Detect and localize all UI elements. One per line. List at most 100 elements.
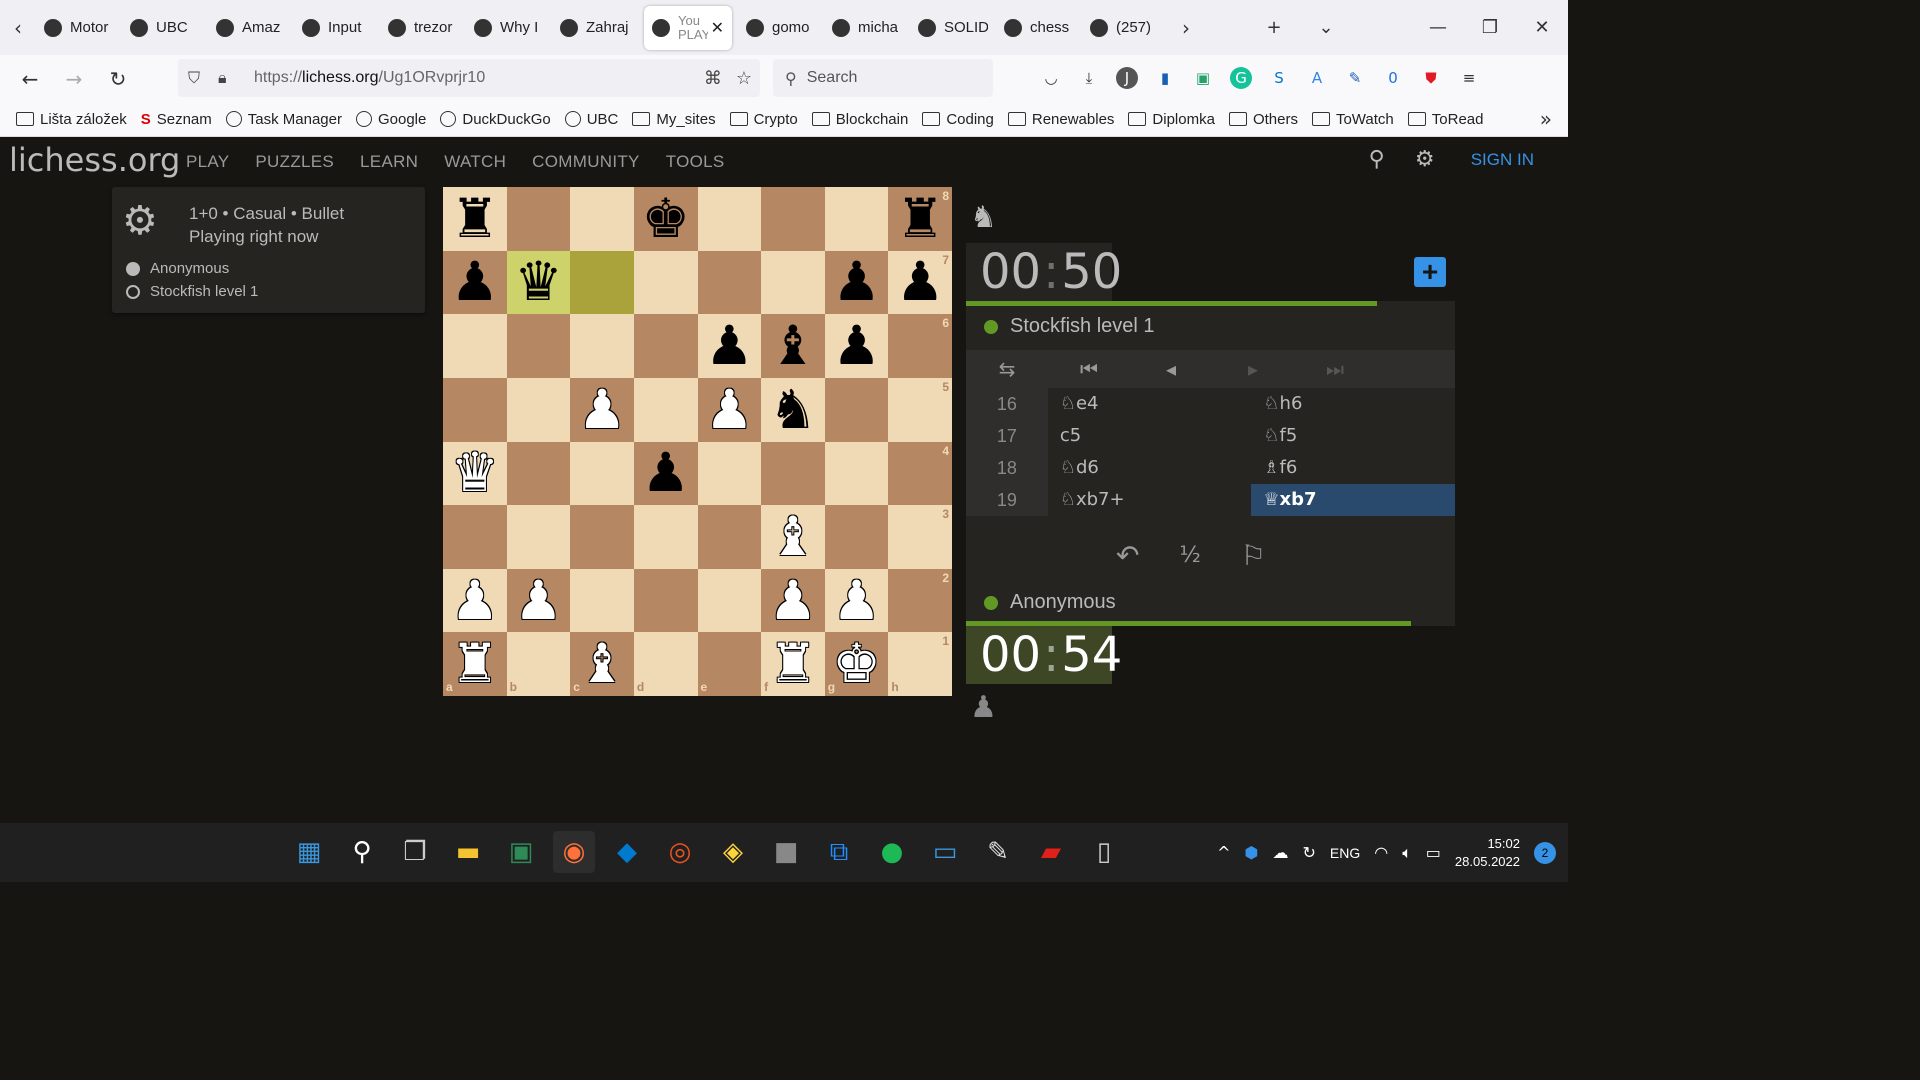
- board-square[interactable]: ♟: [633, 441, 698, 506]
- board-square[interactable]: [633, 314, 698, 378]
- black-pawn-piece[interactable]: ♟: [832, 319, 880, 373]
- board-square[interactable]: ♟: [824, 250, 889, 315]
- brush-icon[interactable]: ✎: [1340, 63, 1370, 93]
- cloud-icon[interactable]: ☁: [1272, 843, 1288, 862]
- board-square[interactable]: [570, 441, 634, 506]
- paint-icon[interactable]: ✎: [977, 831, 1019, 873]
- board-square[interactable]: [633, 505, 698, 569]
- board-square[interactable]: [570, 314, 634, 378]
- shield-icon[interactable]: ⛊: [1416, 63, 1446, 93]
- board-square[interactable]: [506, 505, 571, 569]
- board-square[interactable]: [697, 441, 762, 506]
- menu-icon[interactable]: ≡: [1454, 63, 1484, 93]
- firefox-icon[interactable]: ◉: [553, 831, 595, 873]
- tab-scroll-left-icon[interactable]: ‹: [0, 0, 36, 55]
- board-square[interactable]: [761, 187, 825, 251]
- ubuntu-icon[interactable]: ◎: [659, 831, 701, 873]
- task-view-icon[interactable]: ❐: [394, 831, 436, 873]
- white-rook-piece[interactable]: ♜: [451, 637, 499, 691]
- board-square[interactable]: 4: [888, 441, 952, 506]
- black-rook-piece[interactable]: ♜: [451, 191, 499, 246]
- gear-icon[interactable]: ⚙: [1401, 147, 1449, 172]
- url-text[interactable]: https://lichess.org/Ug1ORvprjr10: [254, 69, 485, 87]
- move-ply[interactable]: ♘d6: [1048, 452, 1252, 484]
- browser-tab[interactable]: (257): [1082, 6, 1168, 50]
- nav-play[interactable]: PLAY: [186, 152, 229, 172]
- acrobat-icon[interactable]: ▰: [1030, 831, 1072, 873]
- bookmark-item[interactable]: Others: [1228, 111, 1298, 128]
- skype-icon[interactable]: S: [1264, 63, 1294, 93]
- board-square[interactable]: [761, 441, 825, 506]
- board-square[interactable]: [570, 187, 634, 251]
- site-logo[interactable]: lichess.org: [9, 141, 180, 179]
- board-square[interactable]: [506, 441, 571, 506]
- board-square[interactable]: d: [633, 632, 698, 696]
- nav-puzzles[interactable]: PUZZLES: [255, 152, 334, 172]
- skype-tray-icon[interactable]: ⬢: [1245, 843, 1259, 862]
- board-square[interactable]: ♟: [443, 250, 507, 315]
- white-queen-piece[interactable]: ♛: [451, 446, 499, 500]
- browser-tab[interactable]: Input: [294, 6, 380, 50]
- last-move-icon[interactable]: ⏭: [1294, 357, 1376, 381]
- board-square[interactable]: [761, 250, 825, 315]
- browser-tab[interactable]: Why I: [466, 6, 552, 50]
- profile-icon[interactable]: J: [1116, 67, 1138, 89]
- board-square[interactable]: ♜ a: [443, 632, 507, 696]
- bookmark-item[interactable]: Diplomka: [1128, 111, 1215, 128]
- black-king-piece[interactable]: ♚: [641, 191, 689, 246]
- board-square[interactable]: ♟: [506, 568, 571, 633]
- bookmark-item[interactable]: Blockchain: [811, 111, 908, 128]
- white-pawn-piece[interactable]: ♟: [578, 382, 626, 437]
- badge-icon[interactable]: 0: [1378, 63, 1408, 93]
- board-square[interactable]: ♜ f: [761, 632, 825, 696]
- board-square[interactable]: 6: [888, 314, 952, 378]
- url-bar[interactable]: ⛉ 🔒︎ https://lichess.org/Ug1ORvprjr10 ⌘ …: [178, 59, 760, 97]
- browser-tab[interactable]: chess: [996, 6, 1082, 50]
- board-square[interactable]: [570, 568, 634, 633]
- flip-board-icon[interactable]: ⇆: [966, 357, 1048, 381]
- add-time-button[interactable]: +: [1414, 257, 1446, 287]
- board-square[interactable]: [633, 568, 698, 633]
- image-app-icon[interactable]: ▣: [500, 831, 542, 873]
- white-rook-piece[interactable]: ♜: [769, 637, 817, 691]
- board-square[interactable]: ♟: [824, 314, 889, 378]
- first-move-icon[interactable]: ⏮: [1048, 357, 1130, 381]
- board-square[interactable]: e: [697, 632, 762, 696]
- board-square[interactable]: ♚: [633, 187, 698, 251]
- board-square[interactable]: [824, 505, 889, 569]
- wifi-icon[interactable]: ◠: [1374, 843, 1388, 862]
- battery-icon[interactable]: ▭: [1426, 843, 1441, 862]
- takeback-icon[interactable]: ↶: [1116, 539, 1139, 572]
- remote-icon[interactable]: ⧉: [818, 831, 860, 873]
- board-square[interactable]: [633, 250, 698, 315]
- more-bookmarks-icon[interactable]: »: [1540, 107, 1552, 131]
- language-indicator[interactable]: ENG: [1330, 845, 1360, 861]
- board-square[interactable]: 1h: [888, 632, 952, 696]
- white-pawn-piece[interactable]: ♟: [451, 573, 499, 628]
- move-ply[interactable]: ♘xb7+: [1048, 484, 1252, 516]
- file-explorer-icon[interactable]: ▬: [447, 831, 489, 873]
- board-square[interactable]: [443, 314, 507, 378]
- bars-icon[interactable]: ▮: [1150, 63, 1180, 93]
- board-square[interactable]: ♟: [697, 377, 762, 442]
- back-icon[interactable]: ←: [8, 59, 52, 99]
- browser-tab[interactable]: You PLAY ✕: [644, 5, 732, 50]
- translate-page-icon[interactable]: ⌘: [704, 68, 722, 89]
- board-square[interactable]: ♟: [824, 568, 889, 633]
- board-square[interactable]: ♟ 7: [888, 250, 952, 315]
- browser-tab[interactable]: Amaz: [208, 6, 294, 50]
- bookmark-item[interactable]: Renewables: [1007, 111, 1114, 128]
- bookmark-item[interactable]: Task Manager: [225, 111, 342, 128]
- board-square[interactable]: ♟: [443, 568, 507, 633]
- terminal-icon[interactable]: ▯: [1083, 831, 1125, 873]
- move-ply[interactable]: ♕xb7: [1251, 484, 1456, 516]
- white-bishop-piece[interactable]: ♝: [769, 509, 817, 564]
- tracking-shield-icon[interactable]: ⛉: [188, 68, 212, 88]
- white-pawn-piece[interactable]: ♟: [514, 573, 562, 628]
- board-square[interactable]: [443, 505, 507, 569]
- bookmark-item[interactable]: Coding: [922, 111, 994, 128]
- board-square[interactable]: [443, 377, 507, 442]
- move-ply[interactable]: ♘f5: [1251, 420, 1455, 452]
- board-square[interactable]: ♝: [761, 505, 825, 569]
- board-square[interactable]: [506, 314, 571, 378]
